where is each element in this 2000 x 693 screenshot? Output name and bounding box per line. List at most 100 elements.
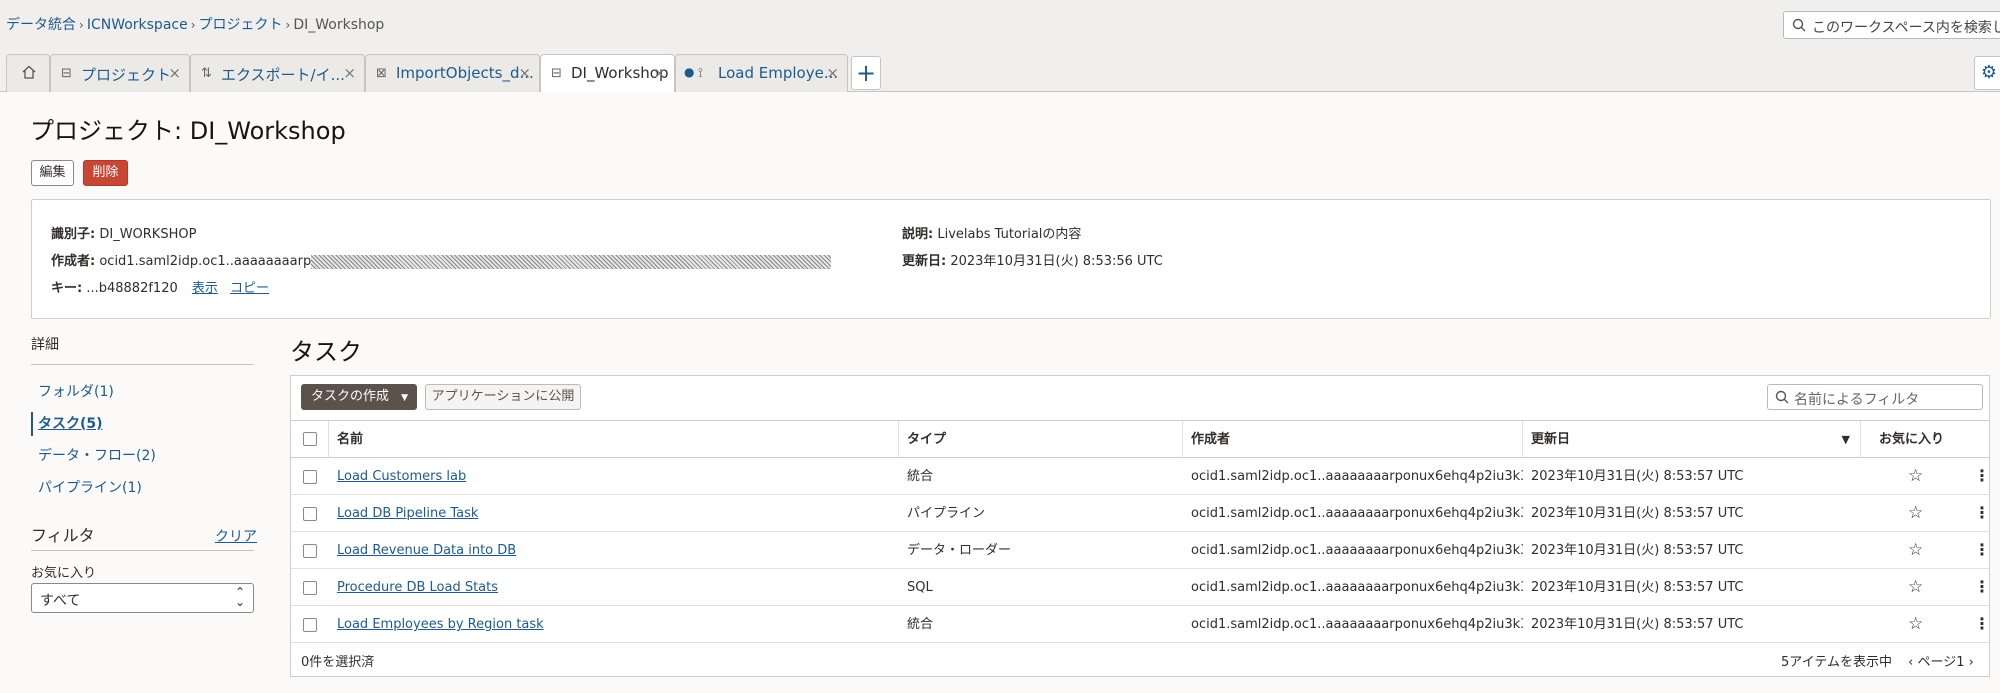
nav-item-data-flows[interactable]: データ・フロー(2) [31,444,254,468]
details-heading: 詳細 [31,337,59,353]
favorite-star-icon[interactable]: ☆ [1908,579,1923,596]
plus-icon: + [855,59,877,87]
task-type: パイプライン [907,506,986,521]
nav-item-tasks[interactable]: タスク(5) [31,412,254,436]
creator-value: ocid1.saml2idp.oc1..aaaaaaaarp [99,254,312,269]
show-key-link[interactable]: 表示 [192,281,218,296]
row-checkbox[interactable] [303,544,317,558]
close-icon[interactable]: × [518,64,531,82]
tab-projects[interactable]: ⊟ プロジェクト × [50,54,190,92]
favorites-select[interactable]: すべて ⌃ ⌄ [31,583,254,613]
nav-item-folders[interactable]: フォルダ(1) [31,380,254,404]
breadcrumb-separator: › [190,18,196,32]
description-row: 説明: Livelabs Tutorialの内容 [902,223,1081,242]
task-name-link[interactable]: Load Employees by Region task [329,607,899,643]
breadcrumb-separator: › [79,18,84,32]
copy-key-link[interactable]: コピー [230,281,269,296]
workspace-search-placeholder: このワークスペース内を検索します [1812,20,2000,36]
tab-label: Load Employe... [718,64,839,82]
table-row[interactable]: Load Revenue Data into DB データ・ローダー ocid1.s… [291,533,1990,569]
task-creator: ocid1.saml2idp.oc1..aaaaaaaarponux6ehq4p… [1191,469,1523,484]
favorite-star-icon[interactable]: ☆ [1908,542,1923,559]
breadcrumb-item-projects[interactable]: プロジェクト [199,17,283,33]
column-header-updated[interactable]: 更新日 ▼ [1523,421,1861,458]
unsaved-dot-icon: ● [684,65,695,79]
tab-load-employees[interactable]: ● ⟟ Load Employe... × [675,54,848,92]
home-icon [21,64,37,84]
task-name-link[interactable]: Load Revenue Data into DB [329,533,899,569]
edit-button[interactable]: 編集 [31,160,74,186]
tab-di-workshop[interactable]: ⊟ DI_Workshop × [540,54,675,93]
previous-page-icon[interactable]: ‹ [1908,655,1913,670]
add-tab-button[interactable]: + [851,56,881,90]
create-task-button[interactable]: タスクの作成 ▼ [301,384,417,410]
settings-button[interactable]: ⚙ [1974,56,2000,90]
breadcrumb-item-workspace[interactable]: ICNWorkspace [87,17,188,33]
identifier-label: 識別子: [51,227,96,242]
select-all-checkbox[interactable] [303,432,317,446]
caret-down-icon: ▼ [401,393,409,403]
filter-heading: フィルタ [31,526,95,545]
pipeline-icon: ⟟ [698,66,703,81]
workspace-search-input[interactable]: このワークスペース内を検索します [1783,11,2000,39]
row-actions-icon[interactable]: ⋮ [1974,467,1990,485]
task-name-link[interactable]: Load Customers lab [329,459,899,495]
task-updated: 2023年10月31日(火) 8:53:57 UTC [1531,617,1744,632]
delete-button[interactable]: 削除 [83,160,128,186]
search-icon [1775,390,1789,408]
publish-to-application-button[interactable]: アプリケーションに公開 [425,384,581,410]
column-header-type[interactable]: タイプ [899,421,1183,458]
task-name-link[interactable]: Procedure DB Load Stats [329,570,899,606]
tab-export-import[interactable]: ⇅ エクスポート/イ... × [190,54,365,92]
table-row[interactable]: Procedure DB Load Stats SQL ocid1.saml2idp… [291,570,1990,606]
main-content: プロジェクト: DI_Workshop 編集 削除 識別子: DI_WORKSH… [0,92,2000,693]
next-page-icon[interactable]: › [1969,655,1974,670]
favorite-star-icon[interactable]: ☆ [1908,505,1923,522]
column-header-creator[interactable]: 作成者 [1183,421,1523,458]
row-actions-icon[interactable]: ⋮ [1974,504,1990,522]
select-arrows-icon: ⌃ ⌄ [234,585,245,609]
clear-filter-link[interactable]: クリア [215,526,257,546]
top-bar: データ統合 › ICNWorkspace › プロジェクト › DI_Workshop この… [0,0,2000,48]
task-name-link[interactable]: Load DB Pipeline Task [329,496,899,532]
tab-import-objects[interactable]: ⊠ ImportObjects_d... × [365,54,540,92]
project-icon: ⊟ [551,66,562,81]
row-actions-icon[interactable]: ⋮ [1974,541,1990,559]
favorites-label: お気に入り [31,566,97,581]
row-actions-icon[interactable]: ⋮ [1974,615,1990,633]
tasks-title: タスク [290,338,362,366]
search-icon [1792,18,1806,36]
tab-label: プロジェクト [81,66,172,84]
favorite-star-icon[interactable]: ☆ [1908,616,1923,633]
row-checkbox[interactable] [303,470,317,484]
description-label: 説明: [902,227,934,242]
name-filter-placeholder: 名前によるフィルタ [1794,392,1920,408]
identifier-row: 識別子: DI_WORKSHOP [51,223,196,242]
close-icon[interactable]: × [343,64,356,82]
table-row[interactable]: Load DB Pipeline Task パイプライン ocid1.saml2id… [291,496,1990,532]
tab-home[interactable] [6,54,50,92]
sort-descending-icon[interactable]: ▼ [1842,421,1850,458]
row-checkbox[interactable] [303,581,317,595]
table-row[interactable]: Load Customers lab 統合 ocid1.saml2idp.oc1..… [291,459,1990,495]
breadcrumb-item-data-integration[interactable]: データ統合 [6,17,76,33]
export-icon: ⇅ [201,66,212,81]
close-icon[interactable]: × [826,64,839,82]
task-creator: ocid1.saml2idp.oc1..aaaaaaaarponux6ehq4p… [1191,543,1523,558]
close-icon[interactable]: × [168,64,181,82]
page-number: ページ1 [1917,655,1965,670]
column-header-name[interactable]: 名前 [329,421,899,458]
column-header-updated-label: 更新日 [1531,432,1571,447]
nav-item-pipelines[interactable]: パイプライン(1) [31,476,254,500]
row-checkbox[interactable] [303,618,317,632]
name-filter-input[interactable]: 名前によるフィルタ [1767,384,1983,410]
favorite-star-icon[interactable]: ☆ [1908,468,1923,485]
divider [31,550,254,551]
close-icon[interactable]: × [653,64,666,82]
description-value: Livelabs Tutorialの内容 [937,227,1082,242]
breadcrumb: データ統合 › ICNWorkspace › プロジェクト › DI_Workshop [6,14,384,34]
row-actions-icon[interactable]: ⋮ [1974,578,1990,596]
table-row[interactable]: Load Employees by Region task 統合 ocid1.sam… [291,607,1990,643]
creator-label: 作成者: [51,254,96,269]
row-checkbox[interactable] [303,507,317,521]
